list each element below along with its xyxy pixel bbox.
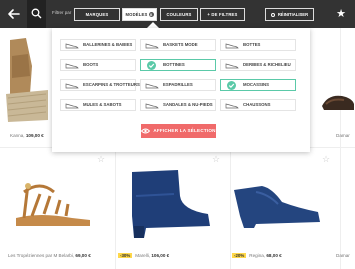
model-option[interactable]: Sandales & Nu-pieds [140,99,216,111]
shoe-icon [65,83,79,89]
grid-divider [340,28,341,269]
product-caption[interactable]: Les Tropéziennes par M Belarbi, 69,00 € [8,253,91,258]
reset-icon [270,12,275,17]
filter-button-label: Modèles [125,12,148,17]
model-option[interactable]: Boots [60,59,136,71]
model-option[interactable]: Mocassins [220,79,296,91]
product-image[interactable] [318,90,355,112]
shoe-icon [225,103,239,109]
model-option[interactable]: Espadrilles [140,79,216,91]
back-arrow-icon[interactable] [6,6,22,22]
filter-toolbar: Filtrer par Marques Modèles x Couleurs + … [0,0,355,28]
filter-button-label: + de filtres [207,12,238,17]
model-option-label: Boots [83,62,99,67]
filter-label: Filtrer par [52,10,72,15]
model-option[interactable]: Derbies & Richelieu [220,59,296,71]
model-option[interactable]: Mules & Sabots [60,99,136,111]
filter-button-label: Marques [85,12,109,17]
favorite-icon[interactable]: ☆ [322,154,330,165]
favorite-icon[interactable]: ☆ [212,154,220,165]
model-option[interactable]: Escarpins & Trotteurs [60,79,140,91]
product-caption[interactable]: Kanna, 109,00 € [10,133,44,138]
model-option[interactable]: Baskets mode [140,39,216,51]
model-option-label: Espadrilles [163,82,193,87]
model-option-label: Ballerines & Babies [83,42,133,47]
check-icon [147,61,156,70]
product-caption[interactable]: Damar [336,253,350,258]
product-caption[interactable]: -30% Marelli, 106,00 € [118,253,169,258]
eye-icon [141,128,151,134]
favorites-star-icon[interactable]: ★ [335,7,347,21]
favorite-icon[interactable]: ☆ [97,154,105,165]
search-button[interactable] [27,0,46,28]
model-option-label: Chaussons [243,102,271,107]
product-image[interactable] [122,166,214,240]
model-option[interactable]: Chaussons [220,99,296,111]
model-option-label: Escarpins & Trotteurs [83,82,140,87]
reset-button[interactable]: Réinitialiser [265,8,314,21]
model-option[interactable]: Ballerines & Babies [60,39,136,51]
shoe-icon [145,103,159,109]
product-image[interactable] [232,182,322,228]
shoe-icon [225,43,239,49]
model-option[interactable]: Bottines [140,59,216,71]
model-option-label: Derbies & Richelieu [243,62,291,67]
model-option-label: Bottes [243,42,261,47]
shoe-icon [65,103,79,109]
shoe-icon [145,43,159,49]
clear-filter-icon[interactable]: x [148,12,154,18]
filter-button-label: Couleurs [166,12,192,17]
shoe-icon [145,83,159,89]
shoe-icon [65,43,79,49]
show-selection-button[interactable]: Afficher la sélection [141,124,216,138]
model-option[interactable]: Bottes [220,39,296,51]
product-caption[interactable]: Damar [336,133,350,138]
search-icon [31,8,42,19]
product-caption[interactable]: -20% Regina, 68,00 € [232,253,282,258]
model-option-label: Mules & Sabots [83,102,122,107]
filter-models-button[interactable]: Modèles x [122,8,157,21]
filter-colors-button[interactable]: Couleurs [160,8,198,21]
model-option-label: Mocassins [243,82,270,87]
product-image[interactable] [4,36,49,124]
filter-brands-button[interactable]: Marques [74,8,120,21]
model-option-label: Bottines [163,62,185,67]
more-filters-button[interactable]: + de filtres [200,8,245,21]
shoe-icon [65,63,79,69]
product-image[interactable] [10,172,95,228]
check-icon [227,81,236,90]
model-option-label: Baskets mode [163,42,198,47]
model-option-label: Sandales & Nu-pieds [163,102,213,107]
shoe-icon [225,63,239,69]
